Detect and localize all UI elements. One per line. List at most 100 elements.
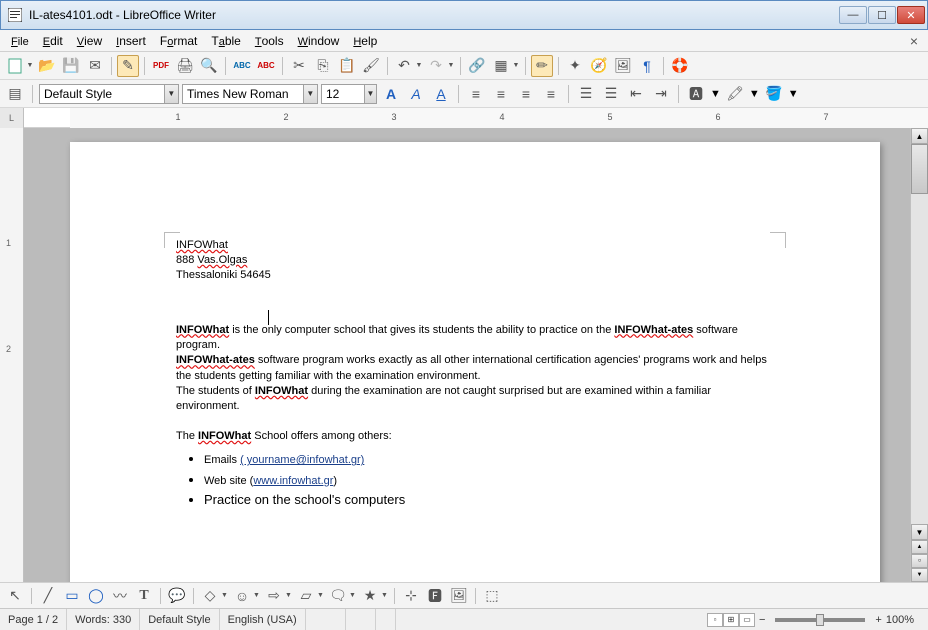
scroll-thumb[interactable]: [911, 144, 928, 194]
selection-mode[interactable]: [346, 609, 376, 630]
freeform-tool[interactable]: 〰: [109, 586, 131, 606]
align-justify-button[interactable]: ≡: [540, 83, 562, 105]
stars-tool[interactable]: ★: [359, 586, 381, 606]
align-center-button[interactable]: ≡: [490, 83, 512, 105]
highlight-button[interactable]: 🖍: [724, 83, 746, 105]
text-tool[interactable]: T: [133, 586, 155, 606]
paragraph-style-input[interactable]: [40, 85, 164, 103]
help-button[interactable]: 🛟: [669, 55, 691, 77]
bold-button[interactable]: A: [380, 83, 402, 105]
redo-button[interactable]: ↷: [425, 55, 447, 77]
vertical-ruler[interactable]: 1 2: [0, 128, 24, 582]
language-status[interactable]: English (USA): [220, 609, 306, 630]
font-name-combo[interactable]: ▼: [182, 84, 318, 104]
font-size-drop[interactable]: ▼: [364, 85, 376, 103]
scroll-down-button[interactable]: ▼: [911, 524, 928, 540]
rectangle-tool[interactable]: ▭: [61, 586, 83, 606]
view-book-button[interactable]: ▭: [739, 613, 755, 627]
underline-button[interactable]: A: [430, 83, 452, 105]
edit-mode-button[interactable]: ✎: [117, 55, 139, 77]
zoom-slider[interactable]: [775, 618, 865, 622]
maximize-button[interactable]: ☐: [868, 6, 896, 24]
show-draw-button[interactable]: ✏: [531, 55, 553, 77]
callout-tool[interactable]: 💬: [166, 586, 188, 606]
new-dropdown[interactable]: ▼: [26, 62, 34, 69]
table-dropdown[interactable]: ▼: [512, 62, 520, 69]
gallery-button[interactable]: 🖼: [612, 55, 634, 77]
nav-object-button[interactable]: ○: [911, 554, 928, 568]
menu-tools[interactable]: Tools: [248, 32, 291, 50]
ellipse-tool[interactable]: ◯: [85, 586, 107, 606]
font-name-drop[interactable]: ▼: [303, 85, 317, 103]
zoom-in-button[interactable]: +: [875, 614, 881, 626]
zoom-out-button[interactable]: −: [759, 614, 765, 626]
email-button[interactable]: ✉: [84, 55, 106, 77]
vertical-scrollbar[interactable]: ▲ ▼ ▲ ○ ▼: [910, 128, 928, 582]
from-file-tool[interactable]: 🖼: [448, 586, 470, 606]
spellcheck-button[interactable]: ABC: [231, 55, 253, 77]
callouts-tool[interactable]: 🗨: [327, 586, 349, 606]
word-count[interactable]: Words: 330: [67, 609, 140, 630]
signature-status[interactable]: [376, 609, 396, 630]
insert-table-button[interactable]: ▦: [490, 55, 512, 77]
font-color-drop[interactable]: ▼: [710, 88, 721, 100]
hyperlink-button[interactable]: 🔗: [466, 55, 488, 77]
menu-insert[interactable]: Insert: [109, 32, 153, 50]
menu-window[interactable]: Window: [291, 32, 347, 50]
format-paintbrush-button[interactable]: 🖌: [360, 55, 382, 77]
prev-page-button[interactable]: ▲: [911, 540, 928, 554]
undo-dropdown[interactable]: ▼: [415, 62, 423, 69]
undo-button[interactable]: ↶: [393, 55, 415, 77]
menu-format[interactable]: Format: [153, 32, 204, 50]
open-button[interactable]: 📂: [36, 55, 58, 77]
points-tool[interactable]: ⊹: [400, 586, 422, 606]
paragraph-style-drop[interactable]: ▼: [164, 85, 178, 103]
find-button[interactable]: ✦: [564, 55, 586, 77]
scroll-track[interactable]: [911, 194, 928, 524]
cut-button[interactable]: ✂: [288, 55, 310, 77]
symbol-shapes-tool[interactable]: ☺: [231, 586, 253, 606]
menu-edit[interactable]: Edit: [36, 32, 70, 50]
close-document-button[interactable]: ×: [904, 33, 924, 49]
font-name-input[interactable]: [183, 85, 303, 103]
print-button[interactable]: 🖨: [174, 55, 196, 77]
minimize-button[interactable]: —: [839, 6, 867, 24]
font-size-input[interactable]: [322, 85, 364, 103]
autospell-button[interactable]: ABC: [255, 55, 277, 77]
extrusion-tool[interactable]: ⬚: [481, 586, 503, 606]
select-tool[interactable]: ↖: [4, 586, 26, 606]
scroll-up-button[interactable]: ▲: [911, 128, 928, 144]
flowchart-tool[interactable]: ▱: [295, 586, 317, 606]
paragraph-style-combo[interactable]: ▼: [39, 84, 179, 104]
page-style-status[interactable]: Default Style: [140, 609, 219, 630]
align-right-button[interactable]: ≡: [515, 83, 537, 105]
increase-indent-button[interactable]: ⇥: [650, 83, 672, 105]
menu-help[interactable]: Help: [346, 32, 384, 50]
paste-button[interactable]: 📋: [336, 55, 358, 77]
bullet-list-button[interactable]: ☰: [600, 83, 622, 105]
view-multi-button[interactable]: ⊞: [723, 613, 739, 627]
new-button[interactable]: [4, 55, 26, 77]
font-size-combo[interactable]: ▼: [321, 84, 377, 104]
insert-mode[interactable]: [306, 609, 346, 630]
decrease-indent-button[interactable]: ⇤: [625, 83, 647, 105]
redo-dropdown[interactable]: ▼: [447, 62, 455, 69]
next-page-button[interactable]: ▼: [911, 568, 928, 582]
page-content[interactable]: INFOWhat 888 Vas.Olgas Thessaloniki 5464…: [176, 238, 774, 509]
menu-view[interactable]: View: [70, 32, 109, 50]
nonprinting-button[interactable]: ¶: [636, 55, 658, 77]
print-preview-button[interactable]: 🔍: [198, 55, 220, 77]
close-button[interactable]: ✕: [897, 6, 925, 24]
fontwork-tool[interactable]: 🅵: [424, 586, 446, 606]
page-status[interactable]: Page 1 / 2: [0, 609, 67, 630]
styles-button[interactable]: ▤: [4, 83, 26, 105]
numbered-list-button[interactable]: ☰: [575, 83, 597, 105]
block-arrows-tool[interactable]: ⇨: [263, 586, 285, 606]
background-color-button[interactable]: 🪣: [763, 83, 785, 105]
document-area[interactable]: INFOWhat 888 Vas.Olgas Thessaloniki 5464…: [24, 128, 910, 582]
export-pdf-button[interactable]: PDF: [150, 55, 172, 77]
navigator-button[interactable]: 🧭: [588, 55, 610, 77]
font-color-button[interactable]: 🅰: [685, 83, 707, 105]
menu-table[interactable]: Table: [204, 32, 247, 50]
copy-button[interactable]: ⎘: [312, 55, 334, 77]
